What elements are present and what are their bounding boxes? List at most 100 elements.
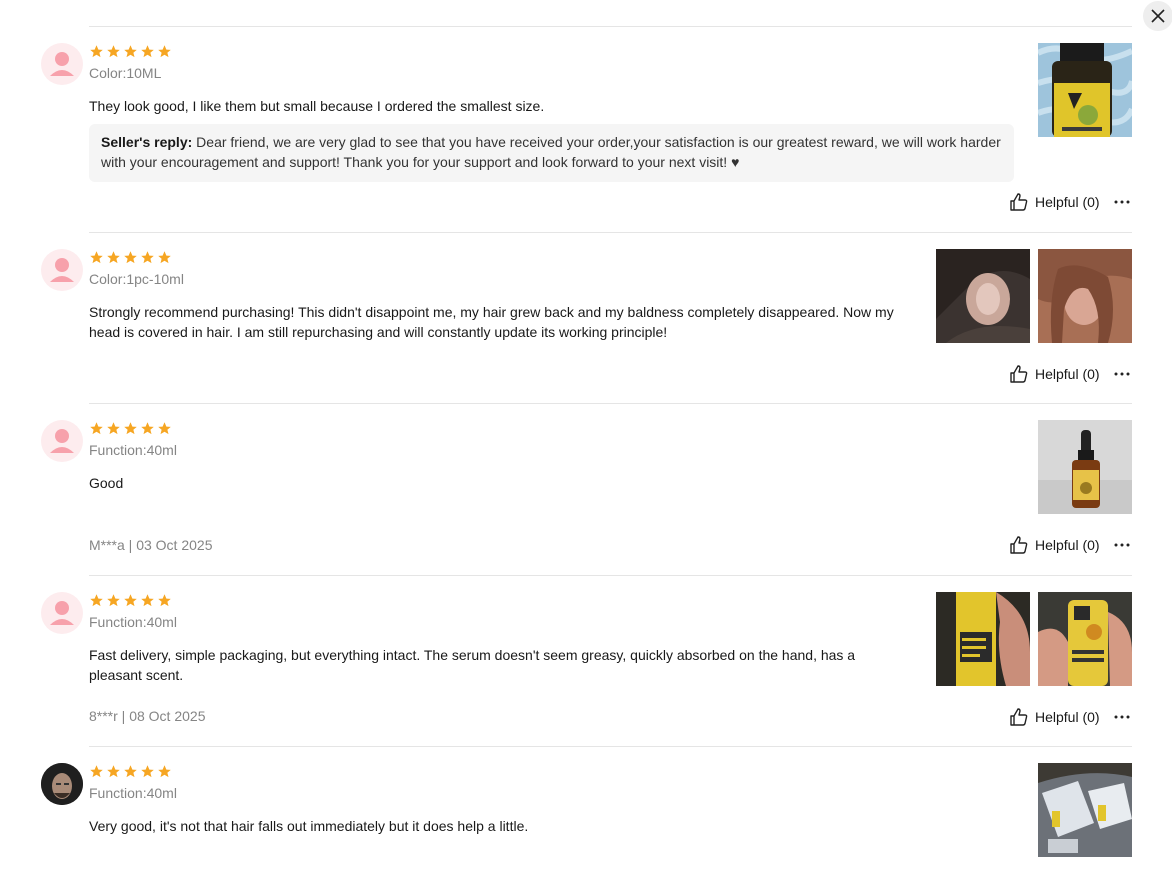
star-icon (141, 422, 154, 435)
star-icon (107, 45, 120, 58)
helpful-count: Helpful (0) (1035, 366, 1100, 382)
helpful-count: Helpful (0) (1035, 537, 1100, 553)
hair-selfie-photo (1038, 249, 1132, 343)
divider (89, 403, 1132, 404)
default-user-icon (50, 258, 74, 282)
divider (89, 575, 1132, 576)
bottle-label-photo (1038, 592, 1132, 686)
star-rating (89, 593, 172, 609)
review-text: Fast delivery, simple packaging, but eve… (89, 645, 855, 685)
review-photo[interactable] (1038, 43, 1132, 137)
thumbs-up-icon (1010, 708, 1028, 726)
star-icon (158, 765, 171, 778)
helpful-button[interactable]: Helpful (0) (1009, 706, 1100, 728)
user-avatar (41, 43, 83, 85)
bottle-in-hand-photo (936, 592, 1030, 686)
thumbs-up-icon (1010, 365, 1028, 383)
star-icon (124, 594, 137, 607)
seller-reply-text: Dear friend, we are very glad to see tha… (101, 134, 1001, 170)
sku-variant: Color:10ML (89, 65, 162, 81)
user-photo-avatar (41, 763, 83, 805)
default-user-icon (50, 601, 74, 625)
star-icon (107, 765, 120, 778)
review-text-line: head is covered in hair. I am still repu… (89, 324, 668, 340)
star-icon (124, 251, 137, 264)
close-button[interactable] (1143, 1, 1172, 31)
star-icon (124, 765, 137, 778)
review-item: Function:40ml Fast delivery, simple pack… (0, 592, 1172, 742)
star-rating (89, 421, 172, 437)
sku-variant: Function:40ml (89, 442, 177, 458)
reviewer-name-date: M***a | 03 Oct 2025 (89, 537, 213, 553)
scalp-photo (936, 249, 1030, 343)
helpful-count: Helpful (0) (1035, 709, 1100, 725)
default-user-icon (50, 429, 74, 453)
sku-variant: Color:1pc-10ml (89, 271, 184, 287)
close-icon (1151, 9, 1165, 23)
star-rating (89, 764, 172, 780)
review-text-line: Fast delivery, simple packaging, but eve… (89, 647, 856, 663)
review-photo[interactable] (936, 249, 1030, 343)
dropper-bottle-photo (1038, 420, 1132, 514)
more-icon[interactable] (1113, 540, 1131, 550)
star-rating (89, 250, 172, 266)
review-text: They look good, I like them but small be… (89, 98, 545, 114)
helpful-count: Helpful (0) (1035, 194, 1100, 210)
user-avatar (41, 420, 83, 462)
sku-variant: Function:40ml (89, 785, 177, 801)
helpful-button[interactable]: Helpful (0) (1009, 191, 1100, 213)
star-icon (107, 422, 120, 435)
review-photo[interactable] (1038, 249, 1132, 343)
star-icon (107, 594, 120, 607)
star-icon (124, 422, 137, 435)
more-icon[interactable] (1113, 712, 1131, 722)
helpful-button[interactable]: Helpful (0) (1009, 363, 1100, 385)
star-rating (89, 44, 172, 60)
star-icon (90, 45, 103, 58)
review-item: Function:40ml Very good, it's not that h… (0, 763, 1172, 873)
user-avatar (41, 763, 83, 805)
star-icon (158, 45, 171, 58)
more-icon[interactable] (1113, 369, 1131, 379)
reviewer-name-date: 8***r | 08 Oct 2025 (89, 708, 206, 724)
seller-reply-label: Seller's reply: (101, 134, 193, 150)
review-text: Strongly recommend purchasing! This didn… (89, 302, 894, 342)
star-icon (158, 594, 171, 607)
star-icon (107, 251, 120, 264)
star-icon (141, 45, 154, 58)
review-item: Function:40ml Good M***a | 03 Oct 2025 H… (0, 420, 1172, 570)
review-item: Color:1pc-10ml Strongly recommend purcha… (0, 249, 1172, 399)
bottle-on-blanket-photo (1038, 43, 1132, 137)
sku-variant: Function:40ml (89, 614, 177, 630)
star-icon (90, 765, 103, 778)
more-icon[interactable] (1113, 197, 1131, 207)
default-user-icon (50, 52, 74, 76)
seller-reply: Seller's reply: Dear friend, we are very… (89, 124, 1014, 182)
divider (89, 232, 1132, 233)
star-icon (141, 594, 154, 607)
review-photo[interactable] (1038, 763, 1132, 857)
star-icon (158, 422, 171, 435)
star-icon (141, 765, 154, 778)
review-photo[interactable] (1038, 420, 1132, 514)
user-avatar (41, 249, 83, 291)
star-icon (90, 251, 103, 264)
divider (89, 746, 1132, 747)
review-photo[interactable] (1038, 592, 1132, 686)
divider (89, 26, 1132, 27)
review-text: Good (89, 475, 124, 491)
packaging-photo (1038, 763, 1132, 857)
review-text-line: pleasant scent. (89, 667, 184, 683)
review-item: Color:10ML They look good, I like them b… (0, 43, 1172, 228)
user-avatar (41, 592, 83, 634)
review-text-line: Strongly recommend purchasing! This didn… (89, 304, 894, 320)
review-text: Very good, it's not that hair falls out … (89, 818, 529, 834)
thumbs-up-icon (1010, 536, 1028, 554)
star-icon (90, 594, 103, 607)
star-icon (141, 251, 154, 264)
star-icon (158, 251, 171, 264)
review-photo[interactable] (936, 592, 1030, 686)
star-icon (124, 45, 137, 58)
thumbs-up-icon (1010, 193, 1028, 211)
helpful-button[interactable]: Helpful (0) (1009, 534, 1100, 556)
